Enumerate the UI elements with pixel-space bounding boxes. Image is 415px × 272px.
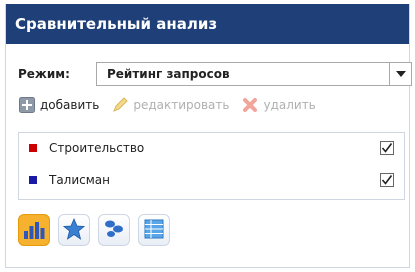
color-swatch	[29, 144, 37, 152]
panel-title: Сравнительный анализ	[6, 4, 409, 44]
mode-label: Режим:	[18, 67, 70, 81]
checkbox[interactable]	[380, 141, 394, 155]
delete-button[interactable]: удалить	[241, 96, 316, 114]
mode-select[interactable]: Рейтинг запросов	[96, 62, 412, 86]
table-icon	[144, 219, 164, 242]
add-label: добавить	[40, 98, 100, 112]
mode-select-value: Рейтинг запросов	[107, 67, 230, 81]
mode-row: Режим: Рейтинг запросов	[18, 62, 412, 86]
edit-button[interactable]: редактировать	[111, 96, 229, 114]
color-swatch	[29, 176, 37, 184]
star-chart-view-button[interactable]	[58, 214, 90, 246]
series-list: Строительство Талисман	[18, 132, 405, 200]
bar-chart-view-button[interactable]	[18, 214, 50, 246]
checkbox[interactable]	[380, 173, 394, 187]
delete-label: удалить	[263, 98, 316, 112]
list-item-label: Талисман	[49, 173, 111, 187]
toolbar: добавить редактировать удалить	[18, 96, 328, 114]
bar-chart-icon	[23, 219, 45, 242]
chevron-down-icon[interactable]	[389, 63, 411, 85]
plus-icon	[18, 96, 36, 114]
bubble-chart-icon	[103, 219, 125, 242]
add-button[interactable]: добавить	[18, 96, 99, 114]
list-item[interactable]: Талисман	[19, 165, 404, 195]
pencil-icon	[111, 96, 129, 114]
list-item-label: Строительство	[49, 141, 145, 155]
table-view-button[interactable]	[138, 214, 170, 246]
view-switcher	[18, 214, 178, 246]
bubble-chart-view-button[interactable]	[98, 214, 130, 246]
comparative-analysis-panel: Сравнительный анализ Режим: Рейтинг запр…	[5, 4, 412, 268]
delete-x-icon	[241, 96, 259, 114]
list-item[interactable]: Строительство	[19, 133, 404, 163]
star-chart-icon	[62, 217, 86, 243]
edit-label: редактировать	[133, 98, 230, 112]
